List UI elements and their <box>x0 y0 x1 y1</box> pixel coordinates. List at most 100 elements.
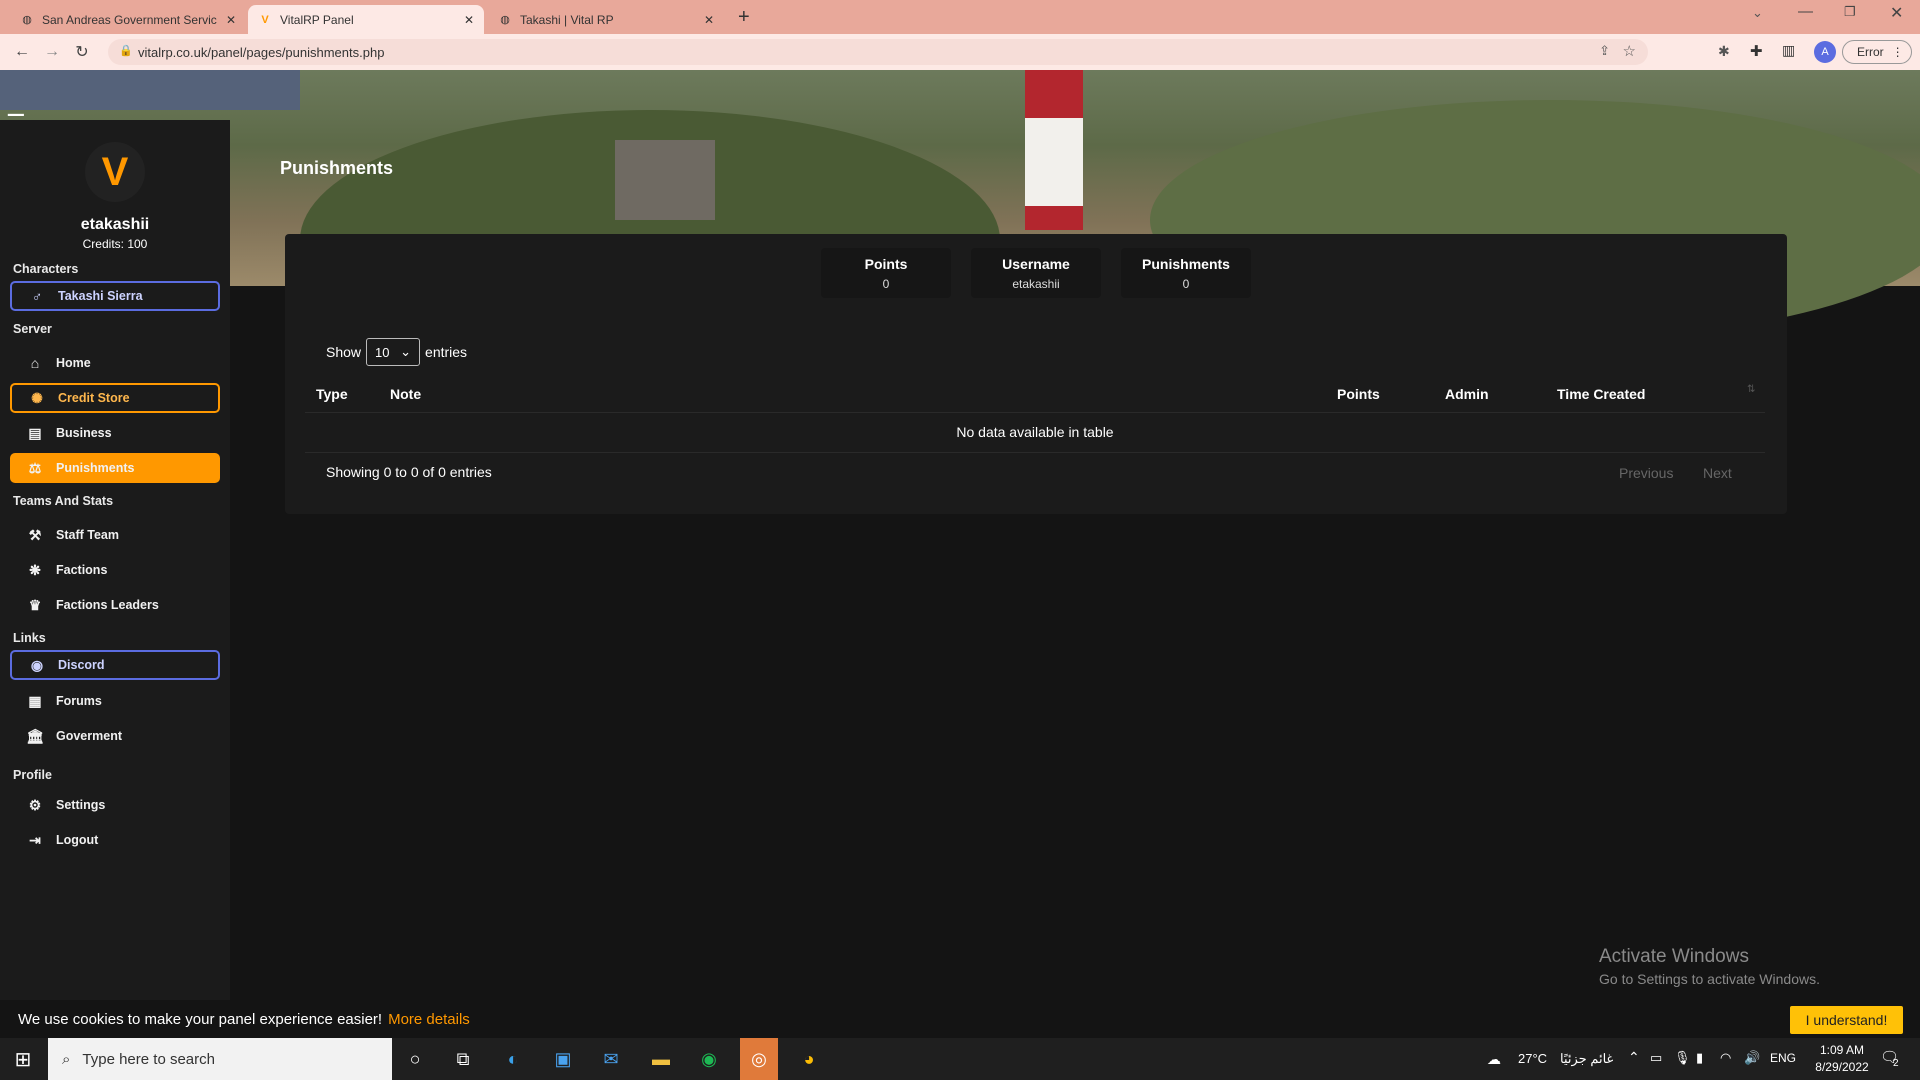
reload-button[interactable]: ↻ <box>67 37 97 67</box>
chrome-icon[interactable]: ◕ <box>790 1044 828 1074</box>
task-view-icon[interactable]: ⧉ <box>444 1044 482 1074</box>
tray-chevron-icon[interactable]: ⌃ <box>1628 1049 1640 1066</box>
hammer-icon: ⚒ <box>28 526 42 543</box>
hero-bridge-shape <box>0 70 300 110</box>
language-indicator[interactable]: ENG <box>1770 1051 1796 1065</box>
mail-icon[interactable]: ✉ <box>592 1044 630 1074</box>
sidebar-item-factions[interactable]: ❋ Factions <box>10 555 220 585</box>
new-tab-button[interactable]: + <box>738 6 750 29</box>
store-icon: ✺ <box>31 389 43 406</box>
sidebar-item-faction-leaders[interactable]: ♛ Factions Leaders <box>10 590 220 620</box>
sidebar-item-label: Takashi Sierra <box>58 289 143 303</box>
government-building-icon: 🏛 <box>26 727 44 744</box>
column-header-points[interactable]: Points <box>1337 386 1380 402</box>
sidebar-item-settings[interactable]: ⚙ Settings <box>10 790 220 820</box>
search-icon: ⌕ <box>62 1050 71 1068</box>
globe-icon: ◍ <box>500 14 510 26</box>
extensions-puzzle-icon[interactable]: ✚ <box>1750 42 1763 60</box>
stat-title: Punishments <box>1142 256 1230 272</box>
building-icon: ▤ <box>28 424 42 441</box>
restore-button[interactable]: ❐ <box>1844 4 1856 20</box>
column-header-note[interactable]: Note <box>390 386 421 402</box>
cookie-accept-button[interactable]: I understand! <box>1790 1006 1903 1034</box>
sidebar-item-government[interactable]: 🏛 Goverment <box>10 721 220 751</box>
sort-icon[interactable]: ⇅ <box>1747 384 1755 395</box>
error-label: Error <box>1857 45 1884 59</box>
minimize-button[interactable]: — <box>1798 3 1813 20</box>
next-page-button[interactable]: Next <box>1703 465 1732 481</box>
sidebar-item-label: Factions Leaders <box>56 598 159 612</box>
sidebar-item-discord[interactable]: ◉ Discord <box>10 650 220 680</box>
cookie-message: We use cookies to make your panel experi… <box>18 1010 383 1028</box>
sidebar: V etakashii Credits: 100 Characters ♂ Ta… <box>0 120 230 1038</box>
store-icon[interactable]: ▣ <box>544 1044 582 1074</box>
back-button[interactable]: ← <box>7 37 37 67</box>
group-icon: ❋ <box>29 561 41 578</box>
clock-time[interactable]: 1:09 AM <box>1812 1043 1872 1057</box>
stat-value: 0 <box>1182 277 1190 291</box>
sidebar-item-forums[interactable]: ▦ Forums <box>10 686 220 716</box>
sidebar-username: etakashii <box>80 216 150 233</box>
tab-title: Takashi | Vital RP <box>520 12 614 27</box>
crown-icon: ♛ <box>28 596 42 613</box>
file-explorer-icon[interactable]: ▬ <box>642 1044 680 1074</box>
profile-avatar[interactable]: A <box>1814 41 1836 63</box>
page-size-select[interactable]: 10 ⌄ <box>366 338 421 366</box>
column-header-time-created[interactable]: Time Created <box>1557 386 1645 402</box>
forward-button[interactable]: → <box>37 37 67 67</box>
tab-takashi[interactable]: ◍ Takashi | Vital RP ✕ <box>488 5 724 34</box>
cortana-icon[interactable]: ○ <box>396 1044 434 1074</box>
sidebar-item-label: Home <box>56 356 91 370</box>
sidebar-section-server: Server <box>13 322 52 336</box>
weather-description[interactable]: غائم جزئيًا <box>1560 1051 1613 1067</box>
globe-icon: ◍ <box>22 14 32 26</box>
address-bar[interactable]: 🔒 vitalrp.co.uk/panel/pages/punishments.… <box>108 39 1648 65</box>
sidebar-item-home[interactable]: ⌂ Home <box>10 348 220 378</box>
sidebar-item-logout[interactable]: ⇥ Logout <box>10 825 220 855</box>
previous-page-button[interactable]: Previous <box>1619 465 1673 481</box>
browser-error-button[interactable]: Error ⋮ <box>1842 40 1912 64</box>
table-divider <box>305 412 1765 413</box>
sidebar-item-label: Settings <box>56 798 106 812</box>
tray-device-icon[interactable]: ▭ <box>1650 1050 1662 1066</box>
sidebar-item-label: Discord <box>58 658 105 672</box>
column-header-type[interactable]: Type <box>316 386 348 402</box>
sidebar-item-credit-store[interactable]: ✺ Credit Store <box>10 383 220 413</box>
spotify-icon[interactable]: ◉ <box>690 1044 728 1074</box>
sidebar-item-character[interactable]: ♂ Takashi Sierra <box>10 281 220 311</box>
window-close-button[interactable]: ✕ <box>1890 3 1903 23</box>
bookmark-star-icon[interactable]: ☆ <box>1623 42 1636 60</box>
windows-start-icon[interactable]: ⊞ <box>4 1044 42 1074</box>
volume-icon[interactable]: 🔊 <box>1744 1050 1760 1066</box>
close-icon[interactable]: ✕ <box>704 13 714 27</box>
extension-bug-icon[interactable]: ✱ <box>1718 43 1730 60</box>
sidebar-credits: Credits: 100 <box>82 237 148 251</box>
weather-temperature[interactable]: 27°C <box>1518 1051 1547 1066</box>
column-header-admin[interactable]: Admin <box>1445 386 1489 402</box>
sidebar-item-punishments[interactable]: ⚖ Punishments <box>10 453 220 483</box>
microphone-icon[interactable]: 🎙 <box>1674 1050 1691 1066</box>
sidebar-item-business[interactable]: ▤ Business <box>10 418 220 448</box>
battery-icon[interactable]: ▮ <box>1696 1050 1703 1066</box>
close-icon[interactable]: ✕ <box>226 13 236 27</box>
side-panel-icon[interactable]: ▥ <box>1782 42 1795 59</box>
tab-san-andreas[interactable]: ◍ San Andreas Government Servic ✕ <box>10 5 246 34</box>
cookie-more-details-link[interactable]: More details <box>388 1011 470 1028</box>
chevron-down-icon: ⌄ <box>400 344 412 359</box>
wifi-icon[interactable]: ◠ <box>1720 1050 1731 1066</box>
tab-vitalrp-panel[interactable]: V VitalRP Panel ✕ <box>248 5 484 34</box>
share-icon[interactable]: ⇪ <box>1599 43 1610 59</box>
sidebar-item-staff-team[interactable]: ⚒ Staff Team <box>10 520 220 550</box>
edge-icon[interactable]: ◐ <box>494 1044 532 1074</box>
taskbar-search-box[interactable]: ⌕ Type here to search <box>48 1038 392 1080</box>
tab-search-icon[interactable]: ⌄ <box>1752 5 1763 21</box>
search-placeholder: Type here to search <box>82 1050 215 1068</box>
close-icon[interactable]: ✕ <box>464 13 474 27</box>
clock-date[interactable]: 8/29/2022 <box>1806 1060 1878 1074</box>
page-size-value: 10 <box>375 344 390 360</box>
sidebar-section-characters: Characters <box>13 262 79 276</box>
sidebar-section-profile: Profile <box>13 768 52 782</box>
sidebar-item-label: Forums <box>56 694 102 708</box>
discord-taskbar-icon[interactable]: ◎ <box>740 1038 778 1080</box>
scale-icon: ⚖ <box>28 459 42 476</box>
